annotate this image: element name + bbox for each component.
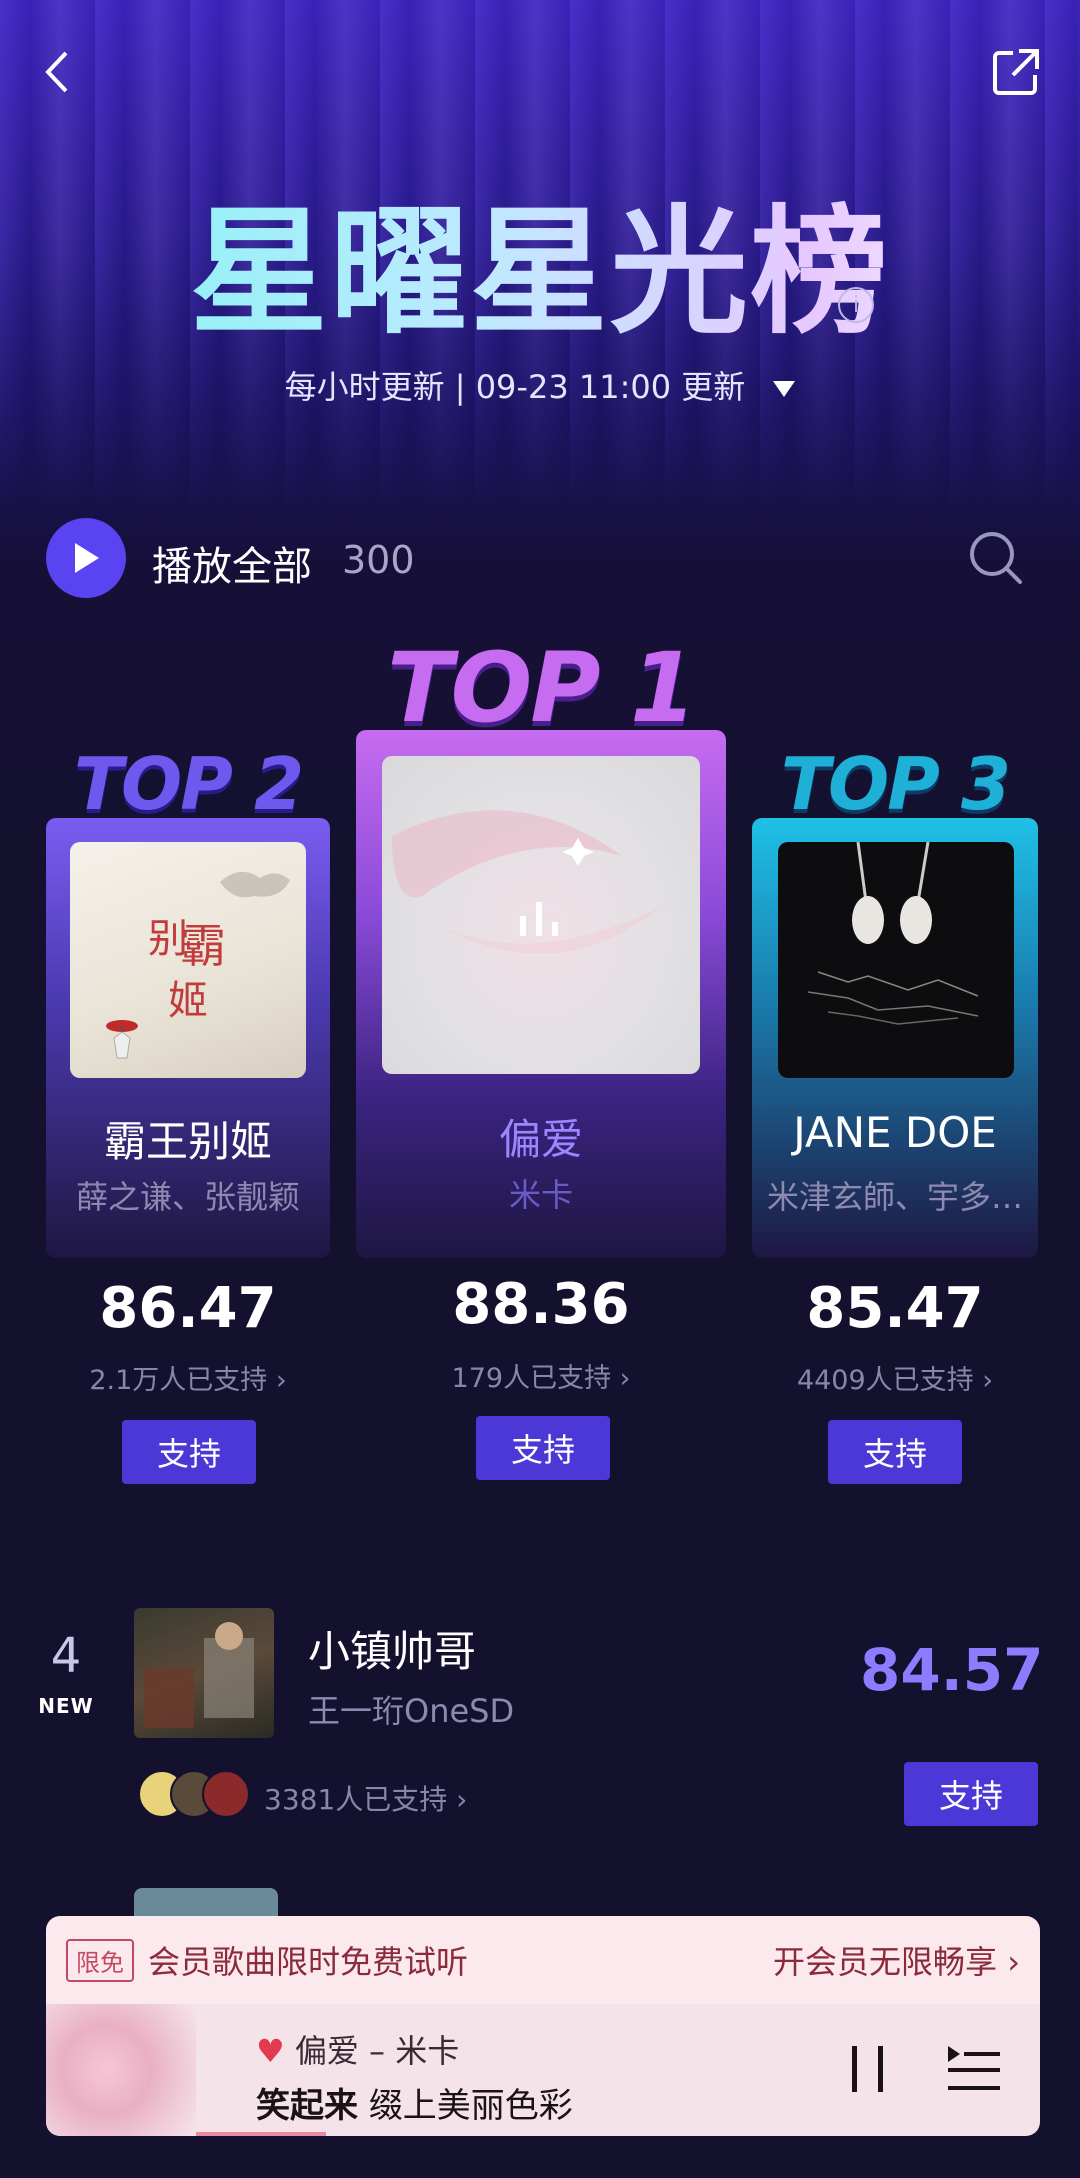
svg-text:别: 别	[148, 916, 188, 962]
playing-bars-icon	[516, 896, 566, 936]
rank-number: 4	[50, 1628, 82, 1684]
now-playing: ♥ 偏爱 – 米卡	[256, 2026, 459, 2072]
top2-album-cover: 霸 别 姬	[70, 842, 306, 1078]
top3-card[interactable]: JANE DOE 米津玄師、宇多…	[752, 818, 1038, 1258]
chevron-left-icon	[45, 51, 68, 93]
top1-label: TOP 1	[387, 632, 697, 744]
playlist-button[interactable]	[946, 2044, 1002, 2096]
album-art-dark	[807, 842, 979, 1025]
share-icon	[993, 49, 1039, 95]
lyric-line: 笑起来 缀上美丽色彩	[256, 2078, 573, 2127]
top1-score: 88.36	[452, 1272, 630, 1337]
album-art-ink-painting: 霸 别 姬	[106, 871, 290, 1059]
top2-score: 86.47	[99, 1276, 277, 1341]
share-button[interactable]	[986, 42, 1046, 102]
back-button[interactable]	[26, 42, 86, 102]
top3-artist[interactable]: 米津玄師、宇多…	[756, 1172, 1034, 1218]
playlist-icon	[948, 2046, 1000, 2090]
new-badge: NEW	[38, 1694, 94, 1718]
rank4-support-button[interactable]: 支持	[904, 1762, 1038, 1826]
update-info[interactable]: 每小时更新 | 09-23 11:00 更新	[0, 362, 1080, 408]
play-all-button[interactable]	[46, 518, 126, 598]
page-title: 星曜星光榜	[0, 160, 1080, 360]
top2-supporters[interactable]: 2.1万人已支持 ›	[46, 1358, 330, 1397]
top2-song: 霸王别姬	[103, 1117, 272, 1166]
top1-song: 偏爱	[498, 1115, 583, 1164]
top2-support-button[interactable]: 支持	[122, 1420, 256, 1484]
top1-card[interactable]: 偏爱 米卡	[356, 730, 726, 1258]
svg-text:姬: 姬	[168, 978, 208, 1024]
playback-progress	[196, 2132, 326, 2136]
vip-promo-banner[interactable]: 限免 会员歌曲限时免费试听 开会员无限畅享 ›	[46, 1916, 1040, 2004]
top3-supporters[interactable]: 4409人已支持 ›	[752, 1358, 1038, 1397]
search-button[interactable]	[966, 528, 1026, 588]
promo-tag: 限免	[66, 1938, 134, 1982]
promo-link[interactable]: 开会员无限畅享 ›	[773, 1937, 1020, 1983]
play-all-label[interactable]: 播放全部	[152, 534, 312, 592]
top3-label: TOP 3	[780, 742, 1011, 826]
now-playing-text: 偏爱 – 米卡	[294, 2032, 460, 2070]
rank4-artist[interactable]: 王一珩OneSD	[308, 1686, 514, 1732]
lyric-rest: 缀上美丽色彩	[368, 2086, 573, 2126]
player-album-cover[interactable]	[46, 2004, 196, 2136]
top1-support-button[interactable]: 支持	[476, 1416, 610, 1480]
supporter-avatars	[138, 1770, 258, 1820]
heart-icon[interactable]: ♥	[256, 2032, 285, 2070]
mini-player[interactable]: ♥ 偏爱 – 米卡 笑起来 缀上美丽色彩	[46, 2004, 1040, 2136]
top1-artist[interactable]: 米卡	[356, 1170, 726, 1216]
top3-album-cover	[778, 842, 1014, 1078]
search-icon	[970, 532, 1022, 584]
rank4-supporters[interactable]: 3381人已支持 ›	[264, 1778, 467, 1818]
promo-text: 会员歌曲限时免费试听	[148, 1943, 469, 1981]
rank4-album-cover[interactable]	[134, 1608, 274, 1738]
top3-support-button[interactable]: 支持	[828, 1420, 962, 1484]
pause-button[interactable]	[844, 2042, 892, 2096]
play-icon	[75, 543, 99, 573]
avatar	[202, 1770, 250, 1818]
play-all-count: 300	[342, 538, 415, 582]
top1-album-cover	[382, 756, 700, 1074]
pause-icon	[852, 2046, 857, 2092]
top3-score: 85.47	[806, 1276, 984, 1341]
album-art-photo	[144, 1622, 254, 1728]
info-icon[interactable]: i	[838, 287, 874, 323]
top2-label: TOP 2	[73, 742, 304, 826]
lyric-highlight: 笑起来	[256, 2086, 358, 2126]
rank4-score: 84.57	[860, 1636, 1044, 1704]
rank4-song: 小镇帅哥	[308, 1627, 477, 1676]
top1-supporters[interactable]: 179人已支持 ›	[356, 1356, 726, 1395]
top2-card[interactable]: 霸 别 姬 霸王别姬 薛之谦、张靓颖	[46, 818, 330, 1258]
top2-artist[interactable]: 薛之谦、张靓颖	[54, 1172, 322, 1218]
top3-song: JANE DOE	[793, 1108, 997, 1157]
update-text: 每小时更新 | 09-23 11:00 更新	[284, 368, 746, 406]
dropdown-triangle-icon	[773, 381, 796, 397]
